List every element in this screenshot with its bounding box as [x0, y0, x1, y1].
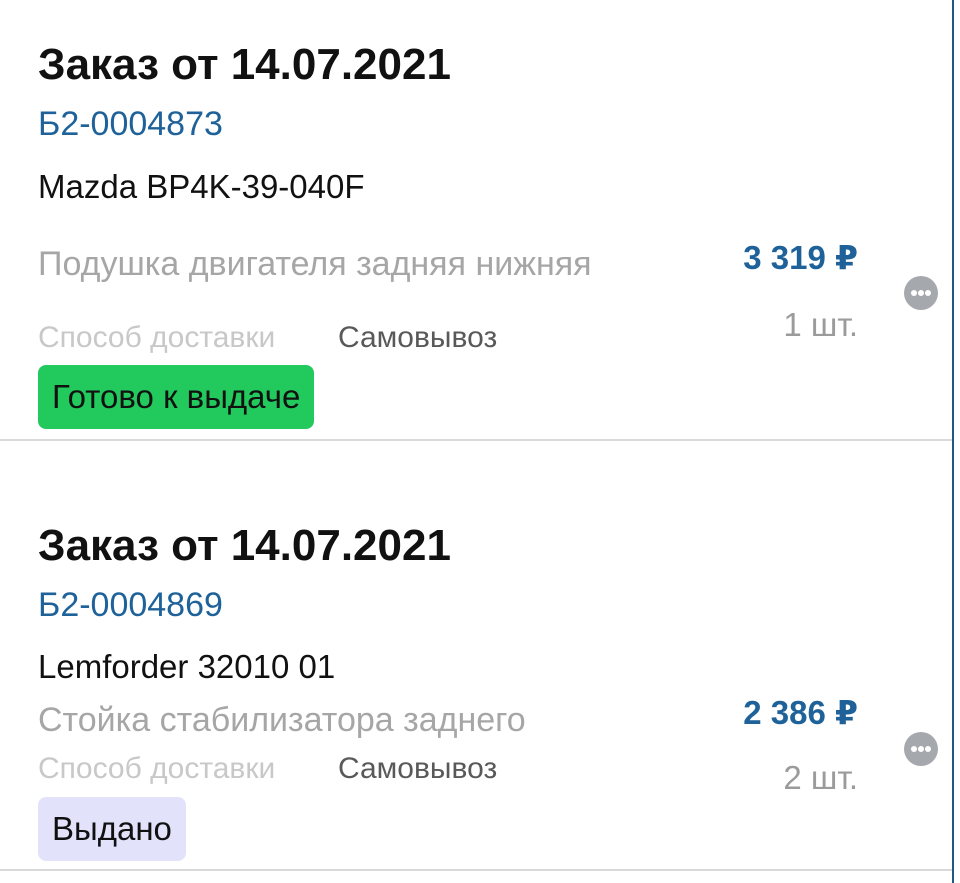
order-number-link[interactable]: Б2-0004873 — [38, 105, 223, 144]
order-price: 3 319 ₽ — [743, 239, 858, 276]
order-price: 2 386 ₽ — [743, 694, 858, 731]
order-title: Заказ от 14.07.2021 — [38, 40, 451, 89]
order-title: Заказ от 14.07.2021 — [38, 521, 451, 570]
status-badge: Выдано — [38, 797, 186, 861]
delivery-method-value: Самовывоз — [338, 752, 498, 785]
delivery-method-label: Способ доставки — [38, 321, 276, 354]
more-options-icon — [911, 746, 931, 752]
product-name: Подушка двигателя задняя нижняя — [38, 245, 592, 283]
order-card[interactable]: Заказ от 14.07.2021 Б2-0004873 Mazda BP4… — [0, 0, 952, 441]
order-quantity: 2 шт. — [783, 759, 858, 796]
order-quantity: 1 шт. — [783, 306, 858, 343]
more-options-button[interactable] — [904, 276, 938, 310]
more-options-button[interactable] — [904, 732, 938, 766]
product-name: Стойка стабилизатора заднего — [38, 701, 526, 739]
right-edge-line — [952, 0, 954, 883]
product-article: Mazda BP4K-39-040F — [38, 168, 365, 205]
delivery-method-label: Способ доставки — [38, 752, 276, 785]
order-number-link[interactable]: Б2-0004869 — [38, 586, 223, 625]
order-card[interactable]: Заказ от 14.07.2021 Б2-0004869 Lemforder… — [0, 441, 952, 871]
more-options-icon — [911, 290, 931, 296]
delivery-method-value: Самовывоз — [338, 321, 498, 354]
status-badge: Готово к выдаче — [38, 365, 315, 429]
product-article: Lemforder 32010 01 — [38, 648, 336, 685]
